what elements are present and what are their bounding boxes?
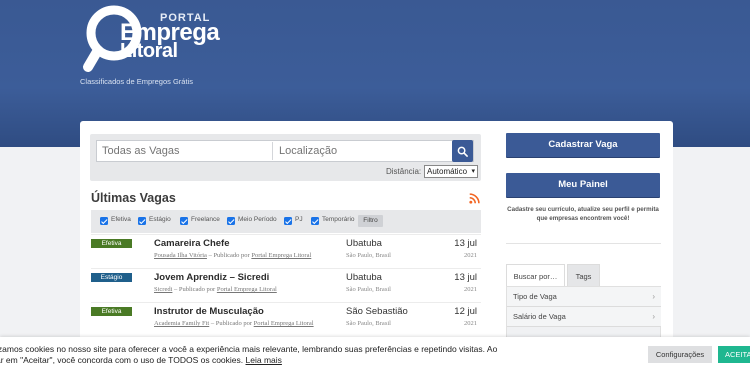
row-divider: [91, 302, 481, 303]
logo-line2-text: Litoral: [120, 40, 178, 62]
company-link[interactable]: Academia Family Fit: [154, 320, 209, 327]
job-title-link[interactable]: Jovem Aprendiz – Sicredi: [154, 272, 269, 283]
job-year: 2021: [464, 252, 477, 259]
sidebar-item-job-type[interactable]: Tipo de Vaga ›: [507, 287, 661, 307]
read-more-link[interactable]: Leia mais: [246, 355, 282, 365]
sidebar-item-label: Tipo de Vaga: [513, 292, 557, 301]
filter-button[interactable]: Filtro: [358, 215, 383, 227]
company-link[interactable]: Sicredi: [154, 286, 172, 293]
filter-checkbox-pj[interactable]: [284, 217, 292, 225]
search-divider: [272, 142, 273, 160]
job-type-badge: Estágio: [91, 273, 132, 282]
job-meta: Academia Family Fit – Publicado por Port…: [154, 320, 314, 327]
job-type-badge: Efetiva: [91, 239, 132, 248]
job-state: São Paulo, Brasil: [346, 286, 391, 293]
distance-select-value: Automático: [427, 167, 468, 176]
latest-jobs-heading: Últimas Vagas: [91, 191, 176, 205]
keyword-search-input[interactable]: [97, 141, 271, 161]
posted-by-prefix: – Publicado por: [209, 320, 254, 327]
job-meta: Sicredi – Publicado por Portal Emprega L…: [154, 286, 277, 293]
filter-label-pj: PJ: [295, 216, 303, 223]
filter-checkbox-meio-periodo[interactable]: [227, 217, 235, 225]
distance-select[interactable]: Automático ▾: [424, 165, 478, 178]
chevron-right-icon: ›: [652, 312, 655, 321]
job-title-link[interactable]: Instrutor de Musculação: [154, 306, 264, 317]
row-divider: [91, 234, 481, 235]
job-city: Ubatuba: [346, 272, 382, 283]
job-type-badge: Efetiva: [91, 307, 132, 316]
my-panel-button[interactable]: Meu Painel: [506, 173, 660, 197]
search-icon: [457, 146, 468, 157]
resume-note: Cadastre seu currículo, atualize seu per…: [507, 206, 659, 222]
filter-checkbox-efetiva[interactable]: [100, 217, 108, 225]
job-city: Ubatuba: [346, 238, 382, 249]
distance-label: Distância:: [386, 167, 422, 176]
job-date: 13 jul: [454, 272, 477, 283]
cookie-message-line2: ar em "Aceitar", você concorda com o uso…: [0, 355, 244, 365]
rss-feed-icon[interactable]: [469, 193, 480, 204]
tab-search-by[interactable]: Buscar por…: [506, 264, 565, 287]
posted-by-prefix: – Publicado por: [172, 286, 217, 293]
sidebar-item-label: Salário de Vaga: [513, 312, 566, 321]
publisher-link[interactable]: Portal Emprega Litoral: [251, 252, 311, 259]
job-date: 12 jul: [454, 306, 477, 317]
filter-checkbox-freelance[interactable]: [180, 217, 188, 225]
filter-label-temporario: Temporário: [322, 216, 355, 223]
sidebar-item-salary[interactable]: Salário de Vaga ›: [507, 307, 661, 327]
filter-label-freelance: Freelance: [191, 216, 220, 223]
posted-by-prefix: – Publicado por: [206, 252, 252, 259]
filter-label-efetiva: Efetiva: [111, 216, 131, 223]
sidebar-divider: [506, 243, 661, 244]
filter-label-estagio: Estágio: [149, 216, 171, 223]
publisher-link[interactable]: Portal Emprega Litoral: [217, 286, 277, 293]
job-city: São Sebastião: [346, 306, 408, 317]
row-divider: [91, 268, 481, 269]
cookie-message-line1: izamos cookies no nosso site para oferec…: [0, 344, 498, 354]
filter-checkbox-estagio[interactable]: [138, 217, 146, 225]
job-year: 2021: [464, 286, 477, 293]
cookie-accept-button[interactable]: ACEITA: [718, 346, 750, 363]
site-logo[interactable]: PORTAL Emprega Litoral: [80, 3, 240, 75]
job-state: São Paulo, Brasil: [346, 320, 391, 327]
publisher-link[interactable]: Portal Emprega Litoral: [254, 320, 314, 327]
job-state: São Paulo, Brasil: [346, 252, 391, 259]
job-year: 2021: [464, 320, 477, 327]
filter-checkbox-temporario[interactable]: [311, 217, 319, 225]
company-link[interactable]: Pousada Ilha Vitória: [154, 252, 207, 259]
register-job-button[interactable]: Cadastrar Vaga: [506, 133, 660, 157]
tab-tags[interactable]: Tags: [567, 264, 600, 287]
job-meta: Pousada Ilha Vitória – Publicado por Por…: [154, 252, 311, 259]
filter-label-meio-periodo: Meio Período: [238, 216, 277, 223]
job-date: 13 jul: [454, 238, 477, 249]
cookie-message: izamos cookies no nosso site para oferec…: [0, 344, 556, 366]
site-tagline: Classificados de Empregos Grátis: [80, 77, 193, 86]
job-title-link[interactable]: Camareira Chefe: [154, 238, 230, 249]
location-search-input[interactable]: [274, 141, 450, 161]
chevron-right-icon: ›: [652, 292, 655, 301]
cookie-settings-button[interactable]: Configurações: [648, 346, 712, 363]
chevron-down-icon: ▾: [471, 168, 475, 175]
search-button[interactable]: [452, 140, 473, 162]
